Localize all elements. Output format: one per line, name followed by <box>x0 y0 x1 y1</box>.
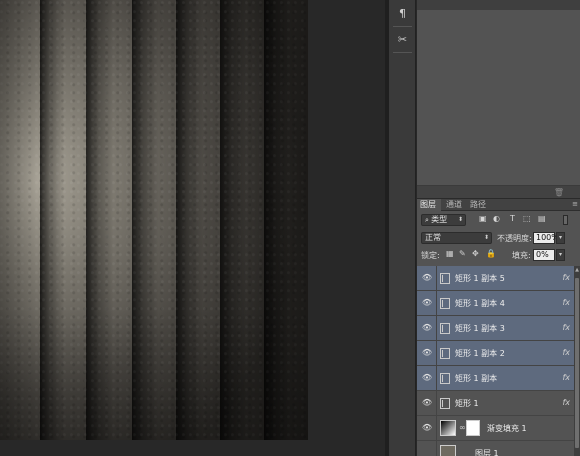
layer-list: 👁 矩形 1 副本 5 fx 👁 矩形 1 副本 4 fx 👁 矩形 1 副本 … <box>417 266 574 456</box>
layer-row[interactable]: 👁 ∞ 渐变填充 1 <box>417 416 574 441</box>
layer-row[interactable]: 图层 1 <box>417 441 574 456</box>
layer-row[interactable]: 👁 矩形 1 副本 4 fx <box>417 291 574 316</box>
visibility-eye-icon[interactable]: 👁 <box>421 398 433 408</box>
scrollbar-thumb[interactable] <box>575 278 579 448</box>
tab-paths[interactable]: 路径 <box>467 199 489 211</box>
blend-opacity-row: 正常 ⬍ 不透明度: 100% ▾ <box>417 232 580 245</box>
chevron-down-icon: ⬍ <box>483 234 489 241</box>
trash-icon[interactable]: 🗑 <box>554 188 564 197</box>
shape-layer-icon <box>440 373 450 384</box>
layer-name: 矩形 1 <box>455 399 479 408</box>
shape-layer-icon <box>440 398 450 409</box>
shape-filter-icon[interactable]: ⬚ <box>523 214 531 223</box>
visibility-eye-icon[interactable]: 👁 <box>421 373 433 383</box>
layer-name: 矩形 1 副本 4 <box>455 299 505 308</box>
canvas-vignette <box>0 0 308 440</box>
shape-layer-icon <box>440 323 450 334</box>
row-separator <box>436 391 437 416</box>
opacity-label: 不透明度: <box>497 234 532 243</box>
layer-row[interactable]: 👁 矩形 1 副本 3 fx <box>417 316 574 341</box>
layer-effects-icon[interactable]: fx <box>562 398 570 407</box>
row-separator <box>436 441 437 456</box>
layer-row[interactable]: 👁 矩形 1 副本 2 fx <box>417 341 574 366</box>
dock-separator <box>393 52 412 53</box>
lock-transparent-pixels-icon[interactable]: ▦ <box>446 249 454 258</box>
filter-kind-value: 类型 <box>431 215 448 224</box>
layers-panel-tabs: 图层 通道 路径 ≡ <box>417 199 580 211</box>
layer-effects-icon[interactable]: fx <box>562 323 570 332</box>
panel-icon-dock: ¶ ✂ <box>389 0 416 456</box>
type-filter-icon[interactable]: T <box>510 214 515 223</box>
visibility-eye-icon[interactable]: 👁 <box>421 298 433 308</box>
blend-mode-value: 正常 <box>425 233 441 242</box>
layer-name: 矩形 1 副本 <box>455 374 498 383</box>
shape-layer-icon <box>440 273 450 284</box>
lock-image-pixels-icon[interactable]: ✎ <box>459 249 466 258</box>
document-workspace[interactable] <box>0 0 385 456</box>
fill-input[interactable]: 0% <box>533 249 555 261</box>
dock-separator <box>393 26 412 27</box>
visibility-eye-icon[interactable]: 👁 <box>421 273 433 283</box>
visibility-eye-icon[interactable]: 👁 <box>421 323 433 333</box>
filter-kind-select[interactable]: ⌕ 类型 ⬍ <box>421 214 466 226</box>
upper-panel-tabstrip <box>417 0 580 10</box>
blend-mode-select[interactable]: 正常 ⬍ <box>421 232 492 244</box>
fill-dropdown-button[interactable]: ▾ <box>556 249 565 261</box>
lock-fill-row: 锁定: ▦ ✎ ✥ 🔒 填充: 0% ▾ <box>417 249 580 262</box>
row-separator <box>436 366 437 391</box>
layer-list-scrollbar[interactable]: ▲ <box>574 266 580 456</box>
visibility-eye-icon[interactable]: 👁 <box>421 348 433 358</box>
row-separator <box>436 266 437 291</box>
row-separator <box>436 316 437 341</box>
opacity-dropdown-button[interactable]: ▾ <box>556 232 565 244</box>
fill-label: 填充: <box>512 251 531 260</box>
tab-channels[interactable]: 通道 <box>443 199 465 211</box>
layer-row[interactable]: 👁 矩形 1 fx <box>417 391 574 416</box>
filter-toggle-switch[interactable] <box>563 215 568 225</box>
row-separator <box>436 341 437 366</box>
row-separator <box>436 291 437 316</box>
layer-effects-icon[interactable]: fx <box>562 273 570 282</box>
adjustment-filter-icon[interactable]: ◐ <box>493 214 500 223</box>
paragraph-icon[interactable]: ¶ <box>392 3 413 23</box>
layer-name: 矩形 1 副本 2 <box>455 349 505 358</box>
tool-presets-icon[interactable]: ✂ <box>392 29 413 49</box>
layer-name: 渐变填充 1 <box>487 424 527 433</box>
panel-menu-icon[interactable]: ≡ <box>572 200 578 208</box>
shape-layer-icon <box>440 348 450 359</box>
filter-row: ⌕ 类型 ⬍ ▣ ◐ T ⬚ ▤ <box>417 214 580 227</box>
visibility-eye-icon[interactable] <box>421 448 433 456</box>
layer-row[interactable]: 👁 矩形 1 副本 fx <box>417 366 574 391</box>
chevron-down-icon: ⬍ <box>457 216 463 223</box>
upper-panel-footer: 🗑 <box>417 186 580 199</box>
upper-panel <box>417 0 580 186</box>
lock-label: 锁定: <box>421 251 440 260</box>
layer-effects-icon[interactable]: fx <box>562 348 570 357</box>
layer-effects-icon[interactable]: fx <box>562 373 570 382</box>
image-filter-icon[interactable]: ▣ <box>479 214 487 223</box>
chain-link-icon[interactable]: ∞ <box>459 423 466 432</box>
scroll-up-arrow-icon[interactable]: ▲ <box>574 266 580 274</box>
gradient-thumbnail <box>440 420 456 436</box>
layer-name: 矩形 1 副本 5 <box>455 274 505 283</box>
right-panels: 🗑 图层 通道 路径 ≡ ⌕ 类型 ⬍ ▣ ◐ T ⬚ ▤ 正常 ⬍ 不透明度:… <box>417 0 580 456</box>
layer-mask-thumbnail[interactable] <box>466 420 480 436</box>
layer-name: 图层 1 <box>475 449 499 456</box>
shape-layer-icon <box>440 298 450 309</box>
layer-name: 矩形 1 副本 3 <box>455 324 505 333</box>
tab-layers[interactable]: 图层 <box>417 199 441 211</box>
lock-position-icon[interactable]: ✥ <box>472 249 479 258</box>
layer-thumbnail <box>440 445 456 456</box>
document-canvas[interactable] <box>0 0 308 440</box>
row-separator <box>436 416 437 441</box>
lock-all-icon[interactable]: 🔒 <box>486 249 496 258</box>
opacity-input[interactable]: 100% <box>533 232 559 244</box>
layers-panel: 图层 通道 路径 ≡ ⌕ 类型 ⬍ ▣ ◐ T ⬚ ▤ 正常 ⬍ 不透明度: 1… <box>417 199 580 456</box>
layer-effects-icon[interactable]: fx <box>562 298 570 307</box>
smart-object-filter-icon[interactable]: ▤ <box>538 214 546 223</box>
layer-row[interactable]: 👁 矩形 1 副本 5 fx <box>417 266 574 291</box>
visibility-eye-icon[interactable]: 👁 <box>421 423 433 433</box>
